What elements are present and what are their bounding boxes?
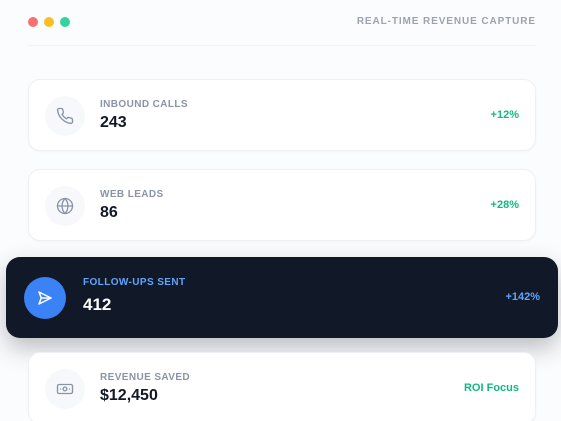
close-dot[interactable] <box>28 17 38 27</box>
metric-value: 86 <box>100 204 118 221</box>
metric-delta: +142% <box>505 291 540 303</box>
metric-label: REVENUE SAVED <box>100 372 191 383</box>
revenue-capture-panel: REAL-TIME REVENUE CAPTURE INBOUND CALLS … <box>0 0 561 421</box>
minimize-dot[interactable] <box>44 17 54 27</box>
window-controls <box>28 17 70 27</box>
metric-label: INBOUND CALLS <box>100 99 188 110</box>
metric-delta: +28% <box>490 199 519 211</box>
metric-card-revenue-saved[interactable]: REVENUE SAVED $12,450 ROI Focus <box>28 352 536 421</box>
send-icon <box>24 277 66 319</box>
metric-value: $12,450 <box>100 387 158 404</box>
header-divider <box>28 45 536 46</box>
metric-label: WEB LEADS <box>100 189 164 200</box>
phone-icon <box>45 96 85 136</box>
metric-label: FOLLOW-UPS SENT <box>83 277 186 288</box>
metric-delta: +12% <box>490 109 519 121</box>
globe-icon <box>45 186 85 226</box>
metric-value: 412 <box>83 295 112 314</box>
maximize-dot[interactable] <box>60 17 70 27</box>
money-icon <box>45 369 85 409</box>
panel-title: REAL-TIME REVENUE CAPTURE <box>356 16 536 27</box>
metric-delta: ROI Focus <box>463 382 519 394</box>
metric-card-follow-ups-sent[interactable]: FOLLOW-UPS SENT 412 +142% <box>6 257 558 338</box>
metric-card-inbound-calls[interactable]: INBOUND CALLS 243 +12% <box>28 79 536 151</box>
metric-card-web-leads[interactable]: WEB LEADS 86 +28% <box>28 169 536 241</box>
metric-value: 243 <box>100 114 127 131</box>
